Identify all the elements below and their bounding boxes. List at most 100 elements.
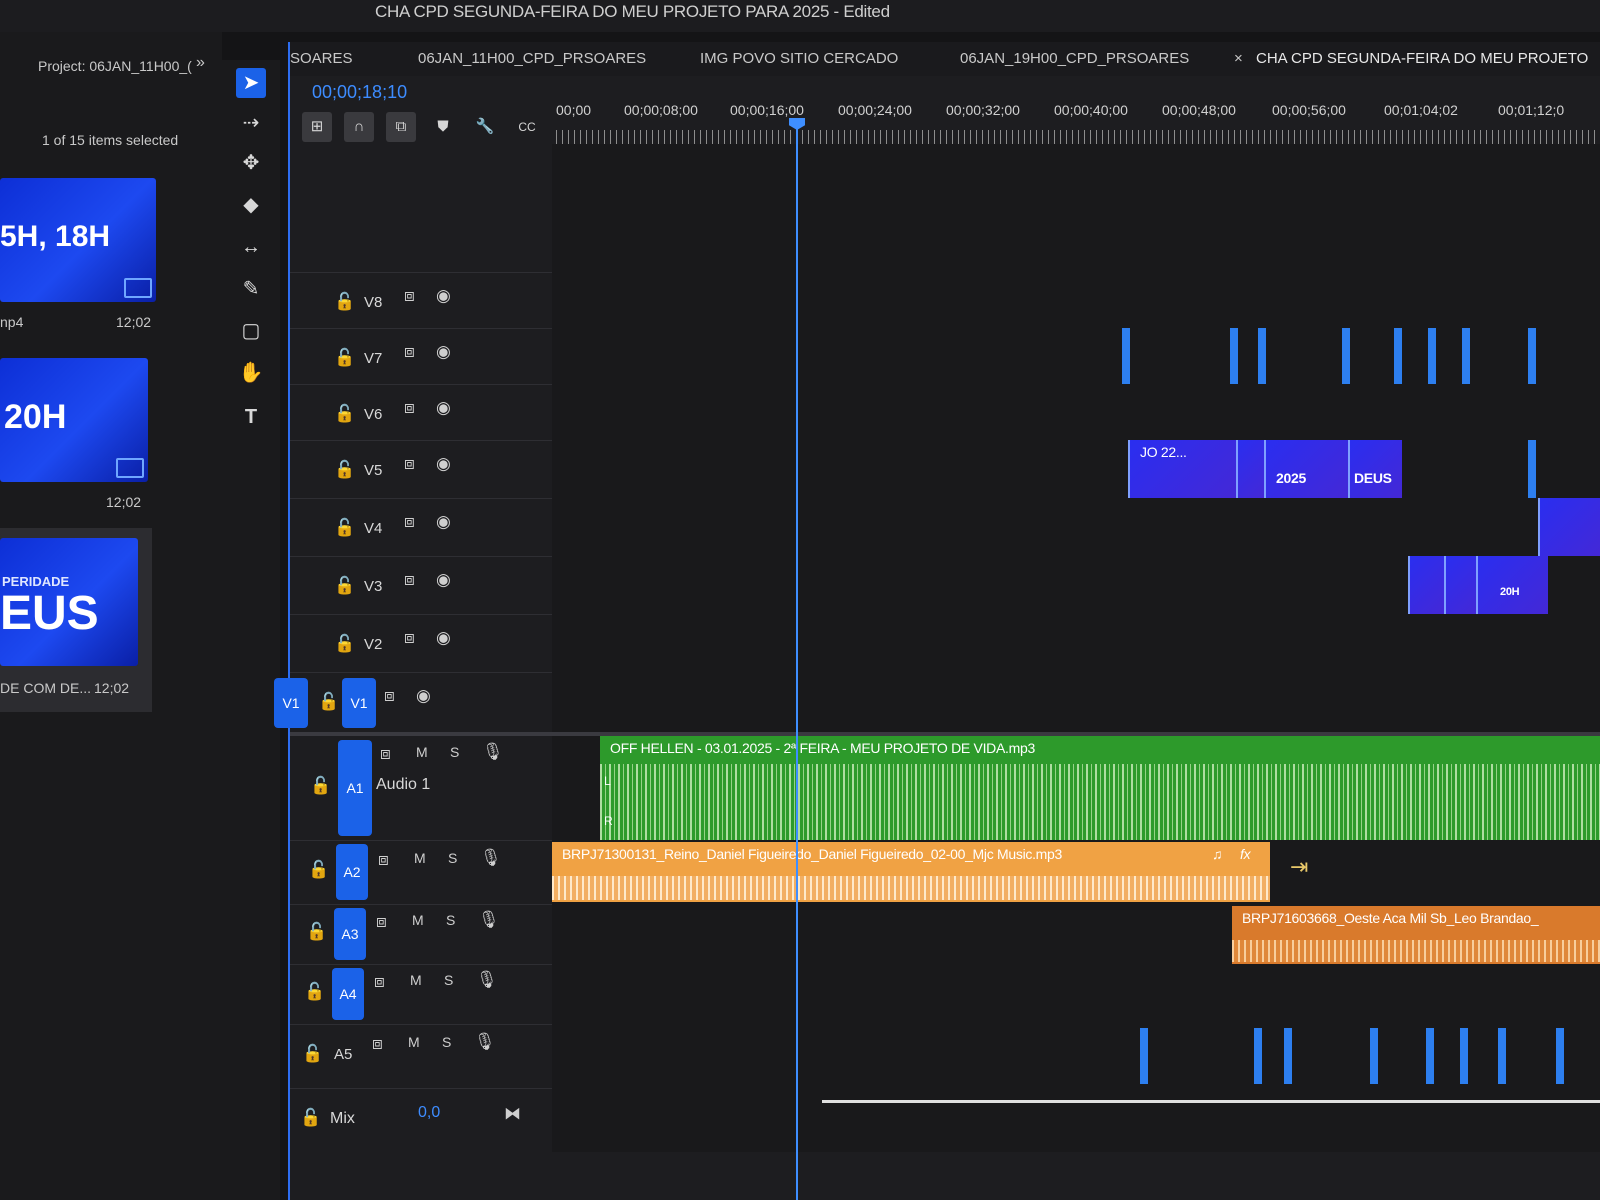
audio-clip-marker[interactable] — [1370, 1028, 1378, 1084]
insert-nest-icon[interactable]: ⊞ — [302, 112, 332, 142]
track-name[interactable]: Audio 1 — [376, 776, 430, 794]
voiceover-mic-icon[interactable]: 🎙 — [474, 1032, 496, 1052]
lock-icon[interactable]: 🔓 — [334, 460, 355, 480]
track-name[interactable]: A5 — [334, 1046, 352, 1063]
lock-icon[interactable]: 🔓 — [306, 922, 327, 942]
track-name[interactable]: V5 — [364, 462, 382, 479]
project-item-thumbnail[interactable]: 20H — [0, 358, 148, 482]
lane-body[interactable]: JO 22... 2025 DEUS — [552, 440, 1600, 498]
fx-badge-icon[interactable]: fx — [1240, 846, 1251, 862]
sync-lock-icon[interactable]: ⧈ — [404, 454, 415, 474]
lock-icon[interactable]: 🔓 — [334, 292, 355, 312]
sync-lock-icon[interactable]: ⧈ — [404, 286, 415, 306]
track-target-a4[interactable]: A4 — [332, 968, 364, 1020]
audio-clip-marker[interactable] — [1254, 1028, 1262, 1084]
voiceover-mic-icon[interactable]: 🎙 — [478, 910, 500, 930]
lane-body[interactable] — [552, 672, 1600, 732]
razor-tool-icon[interactable]: ◆ — [236, 190, 266, 220]
lock-icon[interactable]: 🔓 — [334, 404, 355, 424]
lane-body[interactable] — [552, 272, 1600, 328]
audio-clip-marker[interactable] — [1140, 1028, 1148, 1084]
sync-lock-icon[interactable]: ⧈ — [380, 744, 391, 764]
solo-button[interactable]: S — [450, 744, 459, 760]
lane-body[interactable] — [552, 498, 1600, 556]
lock-icon[interactable]: 🔓 — [300, 1108, 321, 1128]
track-name[interactable]: V6 — [364, 406, 382, 423]
sync-lock-icon[interactable]: ⧈ — [404, 342, 415, 362]
track-target-a1[interactable]: A1 — [338, 740, 372, 836]
sync-lock-icon[interactable]: ⧈ — [376, 912, 387, 932]
solo-button[interactable]: S — [444, 972, 453, 988]
lock-icon[interactable]: 🔓 — [304, 982, 325, 1002]
sync-lock-icon[interactable]: ⧈ — [384, 686, 395, 706]
video-clip[interactable]: JO 22... — [1128, 440, 1238, 498]
tab-sequence-active[interactable]: CHA CPD SEGUNDA-FEIRA DO MEU PROJETO — [1256, 50, 1588, 67]
track-name[interactable]: V4 — [364, 520, 382, 537]
track-target-v1[interactable]: V1 — [342, 678, 376, 728]
audio-clip-marker[interactable] — [1460, 1028, 1468, 1084]
mute-button[interactable]: M — [414, 850, 426, 866]
type-tool-icon[interactable]: T — [236, 402, 266, 432]
tab-sequence[interactable]: SOARES — [290, 50, 353, 67]
ripple-edit-tool-icon[interactable]: ✥ — [236, 148, 266, 178]
sync-lock-icon[interactable]: ⧈ — [404, 512, 415, 532]
track-name[interactable]: V3 — [364, 578, 382, 595]
video-clip-marker[interactable] — [1122, 328, 1130, 384]
mute-button[interactable]: M — [412, 912, 424, 928]
slip-tool-icon[interactable]: ↔ — [236, 232, 266, 262]
hand-tool-icon[interactable]: ✋ — [236, 358, 266, 388]
eye-icon[interactable]: ◉ — [436, 570, 451, 590]
video-clip[interactable]: 2025 — [1264, 440, 1350, 498]
voiceover-mic-icon[interactable]: 🎙 — [476, 970, 498, 990]
video-clip-marker[interactable] — [1528, 440, 1536, 498]
video-clip[interactable] — [1538, 498, 1600, 556]
lock-icon[interactable]: 🔓 — [302, 1044, 323, 1064]
video-clip-marker[interactable] — [1528, 328, 1536, 384]
snap-icon[interactable]: ∩ — [344, 112, 374, 142]
video-clip-marker[interactable] — [1342, 328, 1350, 384]
tab-sequence[interactable]: 06JAN_19H00_CPD_PRSOARES — [960, 50, 1189, 67]
solo-button[interactable]: S — [442, 1034, 451, 1050]
linked-selection-icon[interactable]: ⧉ — [386, 112, 416, 142]
video-clip-marker[interactable] — [1428, 328, 1436, 384]
lane-body[interactable] — [552, 1024, 1600, 1088]
sync-lock-icon[interactable]: ⧈ — [372, 1034, 383, 1054]
voiceover-mic-icon[interactable]: 🎙 — [482, 742, 504, 762]
mix-volume-line[interactable] — [822, 1100, 1600, 1103]
lane-body[interactable] — [552, 964, 1600, 1024]
source-patch-v1[interactable]: V1 — [274, 678, 308, 728]
audio-clip-marker[interactable] — [1498, 1028, 1506, 1084]
lock-icon[interactable]: 🔓 — [334, 576, 355, 596]
audio-clip-marker[interactable] — [1426, 1028, 1434, 1084]
audio-clip-a1[interactable]: OFF HELLEN - 03.01.2025 - 2ª FEIRA - MEU… — [600, 736, 1600, 840]
lock-icon[interactable]: 🔓 — [308, 860, 329, 880]
timeline-settings-wrench-icon[interactable]: 🔧 — [470, 112, 500, 142]
video-clip[interactable] — [1408, 556, 1446, 614]
video-clip-marker[interactable] — [1462, 328, 1470, 384]
rectangle-tool-icon[interactable]: ▢ — [236, 316, 266, 346]
video-clip[interactable]: DEUS — [1348, 440, 1402, 498]
lock-icon[interactable]: 🔓 — [310, 776, 331, 796]
lane-body[interactable]: BRPJ71603668_Oeste Aca Mil Sb_Leo Branda… — [552, 904, 1600, 964]
eye-icon[interactable]: ◉ — [416, 686, 431, 706]
time-ruler[interactable]: 00;00 00;00;08;00 00;00;16;00 00;00;24;0… — [556, 102, 1600, 167]
lane-body[interactable] — [552, 614, 1600, 672]
eye-icon[interactable]: ◉ — [436, 398, 451, 418]
track-select-tool-icon[interactable]: ⇢ — [236, 108, 266, 138]
lane-body[interactable]: 20H — [552, 556, 1600, 614]
project-panel-title[interactable]: Project: 06JAN_11H00_( — [38, 58, 192, 74]
video-clip-marker[interactable] — [1230, 328, 1238, 384]
eye-icon[interactable]: ◉ — [436, 342, 451, 362]
audio-clip-marker[interactable] — [1556, 1028, 1564, 1084]
sync-lock-icon[interactable]: ⧈ — [404, 628, 415, 648]
eye-icon[interactable]: ◉ — [436, 286, 451, 306]
lane-body[interactable]: BRPJ71300131_Reino_Daniel Figueiredo_Dan… — [552, 840, 1600, 904]
track-name[interactable]: V8 — [364, 294, 382, 311]
video-clip-marker[interactable] — [1258, 328, 1266, 384]
eye-icon[interactable]: ◉ — [436, 454, 451, 474]
track-target-a2[interactable]: A2 — [336, 844, 368, 900]
panel-overflow-icon[interactable]: » — [196, 54, 205, 72]
selection-tool-icon[interactable]: ➤ — [236, 68, 266, 98]
solo-button[interactable]: S — [448, 850, 457, 866]
tab-close-icon[interactable]: × — [1234, 50, 1243, 67]
